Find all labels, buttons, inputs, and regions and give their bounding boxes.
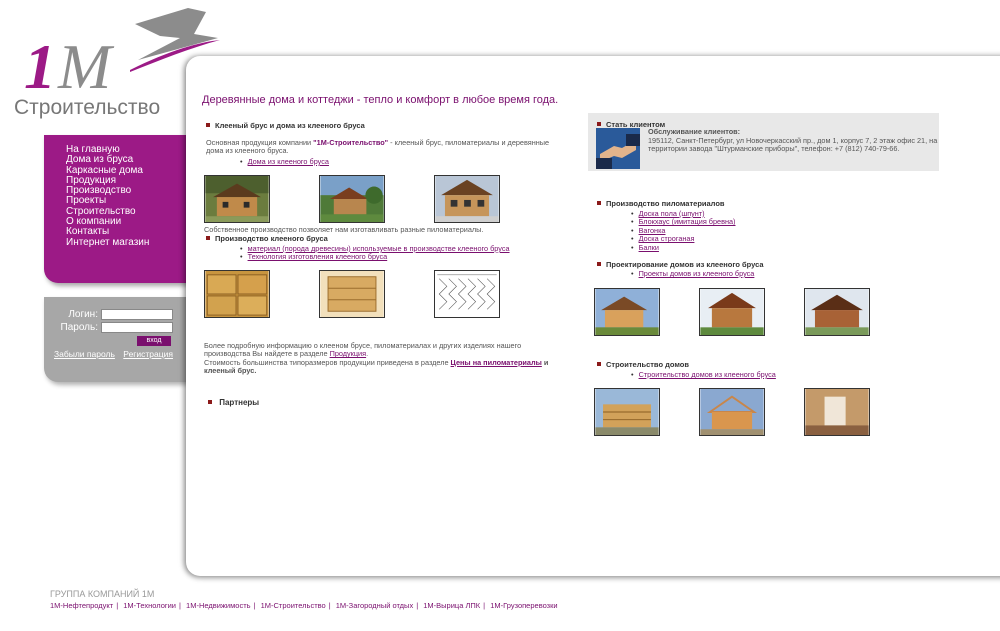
client-address: 195112, Санкт-Петербург, ул Новочеркасск… — [648, 135, 938, 153]
lumber-title: Производство пиломатериалов — [597, 199, 725, 208]
build-title: Строительство домов — [597, 360, 689, 369]
partners-title: Партнеры — [208, 398, 259, 407]
menu-item-shop[interactable]: Интернет магазин — [66, 237, 194, 248]
register-link[interactable]: Регистрация — [123, 349, 173, 359]
production-link-list: материал (порода древесины) используемые… — [240, 244, 510, 262]
prices-link[interactable]: Цены на пиломатериалы — [451, 358, 542, 367]
footer-links: 1М-Нефтепродукт | 1М-Технологии | 1М-Недви… — [50, 601, 558, 610]
login-box: Логин: Пароль: вход Забыли пароль Регист… — [44, 297, 194, 382]
password-label: Пароль: — [60, 322, 98, 333]
footer-link-leisure[interactable]: 1М-Загородный отдых — [336, 601, 413, 610]
design-title: Проектирование домов из клееного бруса — [597, 260, 764, 269]
construction-photo-1[interactable] — [594, 388, 660, 436]
password-input[interactable] — [101, 322, 173, 333]
footer-link-tech[interactable]: 1М-Технологии — [123, 601, 176, 610]
technology-link[interactable]: Технология изготовления клееного бруса — [248, 252, 388, 261]
house-construction-link[interactable]: Строительство домов из клееного бруса — [639, 370, 776, 379]
house-photo-1[interactable] — [204, 175, 270, 223]
login-label: Логин: — [68, 309, 98, 320]
footer-link-oil[interactable]: 1М-Нефтепродукт — [50, 601, 113, 610]
timber-diagram[interactable] — [434, 270, 500, 318]
logo-wordmark: Строительство — [14, 96, 161, 119]
house-photo-3[interactable] — [434, 175, 500, 223]
project-photo-1[interactable] — [594, 288, 660, 336]
beams-link[interactable]: Балки — [639, 243, 659, 252]
section-glued-timber-title: Клееный брус и дома из клееного бруса — [206, 121, 365, 130]
construction-photo-3[interactable] — [804, 388, 870, 436]
forgot-password-link[interactable]: Забыли пароль — [54, 349, 115, 359]
brand-name: "1М-Строительство" — [313, 138, 389, 147]
footer-link-vyritsa[interactable]: 1М-Вырица ЛПК — [423, 601, 480, 610]
login-button[interactable]: вход — [137, 336, 171, 346]
construction-photo-2[interactable] — [699, 388, 765, 436]
logo-one: 1 — [24, 31, 56, 102]
footer-link-construction[interactable]: 1М-Строительство — [261, 601, 326, 610]
login-input[interactable] — [101, 309, 173, 320]
client-info: Обслуживание клиентов: 195112, Санкт-Пет… — [648, 127, 938, 154]
logo-m: M — [57, 31, 115, 102]
page-headline: Деревянные дома и коттеджи - тепло и ком… — [202, 94, 559, 106]
build-link-list: Строительство домов из клееного бруса — [631, 370, 776, 379]
partners-title-text: Партнеры — [219, 398, 260, 407]
footer-link-realty[interactable]: 1М-Недвижимость — [186, 601, 251, 610]
timber-photo-1[interactable] — [204, 270, 270, 318]
main-menu: На главную Дома из бруса Каркасные дома … — [44, 135, 194, 283]
project-photo-2[interactable] — [699, 288, 765, 336]
lumber-link-list: Доска пола (шпунт) Блокхаус (имитация бр… — [631, 209, 736, 252]
house-projects-link[interactable]: Проекты домов из клееного бруса — [639, 269, 755, 278]
timber-photo-2[interactable] — [319, 270, 385, 318]
footer-group-title: ГРУППА КОМПАНИЙ 1М — [50, 589, 155, 599]
house-photo-2[interactable] — [319, 175, 385, 223]
houses-link[interactable]: Дома из клееного бруса — [248, 157, 329, 166]
handshake-photo — [596, 128, 640, 169]
section-production-title: Производство клееного бруса — [206, 234, 328, 243]
footer-link-freight[interactable]: 1М-Грузоперевозки — [490, 601, 557, 610]
intro-text: Основная продукция компании "1М-Строител… — [206, 138, 566, 156]
houses-link-list: Дома из клееного бруса — [240, 157, 329, 166]
design-link-list: Проекты домов из клееного бруса — [631, 269, 755, 278]
more-info-text: Более подробную информацию о клееном бру… — [204, 341, 549, 376]
project-photo-3[interactable] — [804, 288, 870, 336]
